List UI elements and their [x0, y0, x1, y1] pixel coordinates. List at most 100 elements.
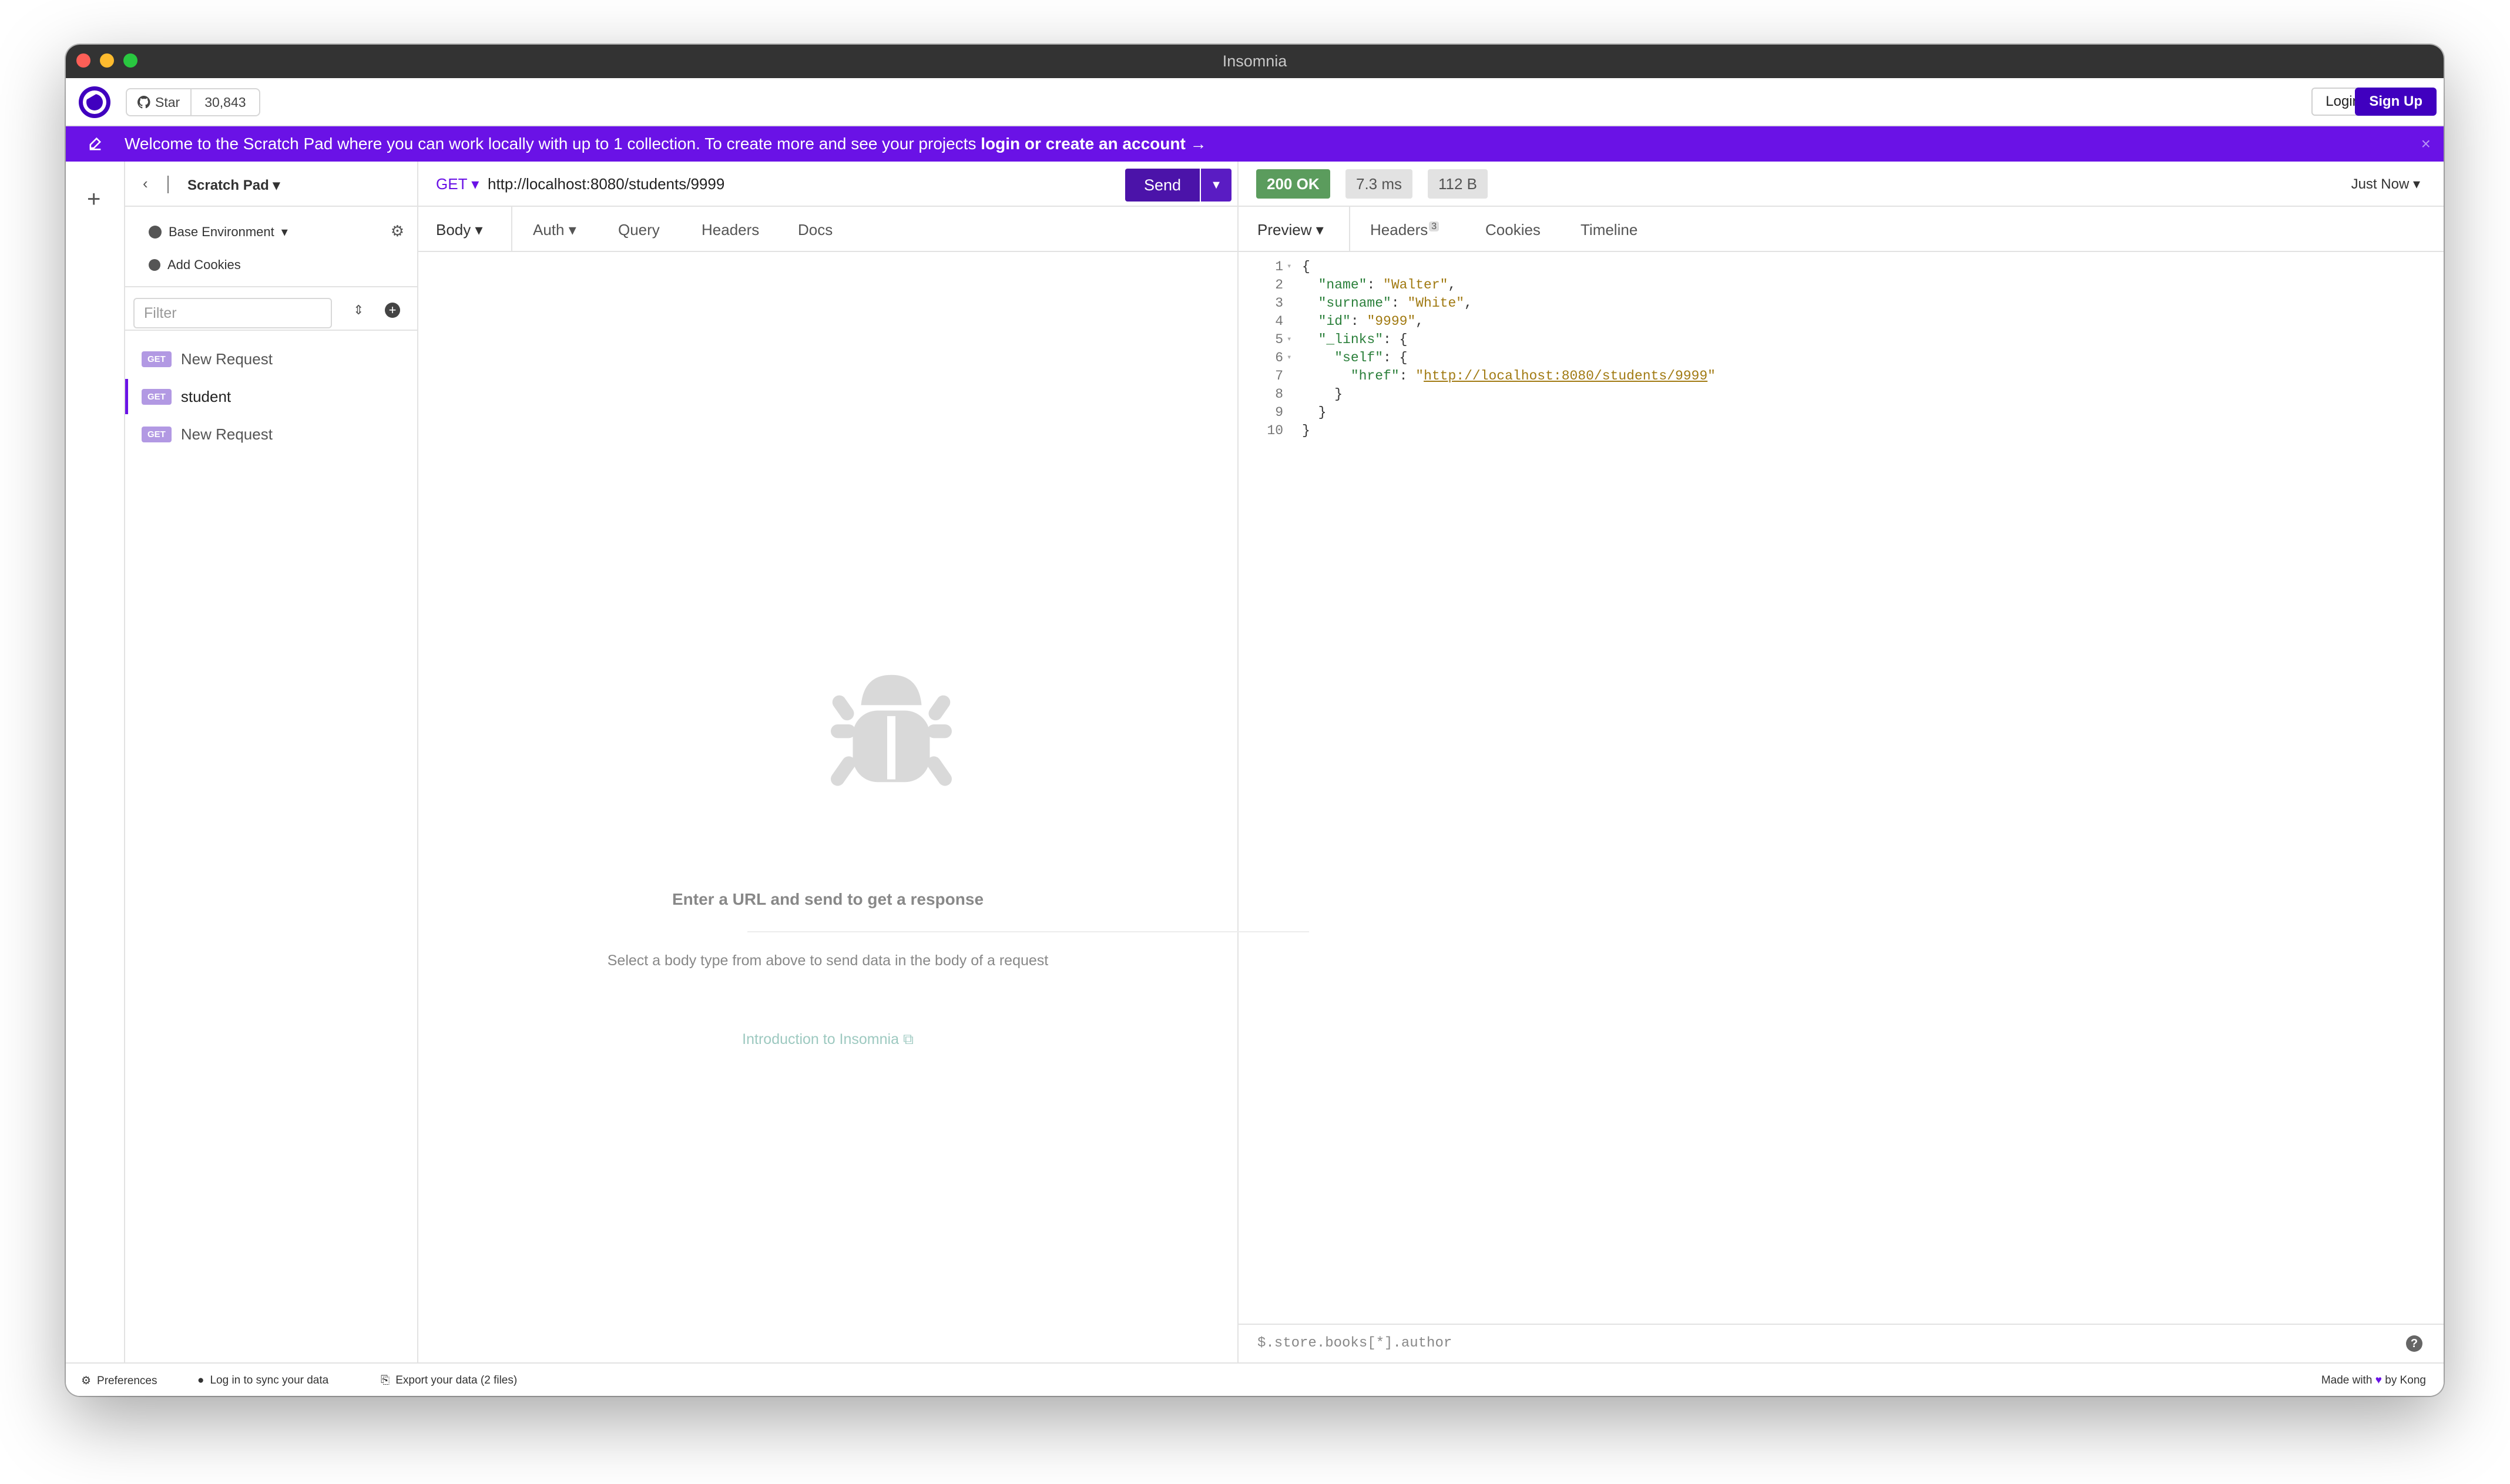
app-header: Star 30,843 Login Sign Up: [66, 78, 2444, 126]
scratch-pad-banner: Welcome to the Scratch Pad where you can…: [66, 126, 2444, 162]
tab-query[interactable]: Query: [618, 221, 660, 239]
heart-icon: ♥: [2375, 1374, 2382, 1386]
response-tabs: Preview ▾ Headers 3 Cookies Timeline: [1239, 207, 2444, 252]
edit-icon[interactable]: [66, 126, 125, 162]
sync-login-button[interactable]: ● Log in to sync your data: [197, 1374, 328, 1387]
external-link-icon: ⧉: [902, 1031, 914, 1047]
method-selector[interactable]: GET ▾: [436, 175, 479, 193]
code-line: 2 "name": "Walter",: [1275, 277, 1457, 293]
export-icon: ⎘: [381, 1374, 390, 1386]
intro-link[interactable]: Introduction to Insomnia ⧉: [418, 1031, 1237, 1048]
headers-count: 3: [1429, 221, 1439, 232]
method-badge: GET: [142, 388, 172, 405]
code-line: 9 }: [1275, 405, 1327, 420]
code-line: 7 "href": "http://localhost:8080/student…: [1275, 368, 1716, 384]
empty-state-subtitle: Select a body type from above to send da…: [607, 952, 1049, 969]
environment-dot-icon: [149, 226, 162, 239]
environment-panel: Base Environment ▾ ⚙ Add Cookies: [125, 207, 417, 287]
github-icon: [137, 96, 150, 109]
url-bar: GET ▾ http://localhost:8080/students/999…: [418, 162, 1237, 207]
tab-timeline[interactable]: Timeline: [1581, 221, 1637, 239]
tab-body[interactable]: Body ▾: [418, 207, 512, 252]
sidebar: ‹ Scratch Pad ▾ Base Environment ▾ ⚙ Add…: [125, 162, 418, 1362]
response-filter-input[interactable]: $.store.books[*].author: [1257, 1335, 1452, 1351]
add-icon[interactable]: +: [87, 186, 100, 213]
back-icon[interactable]: ‹: [143, 174, 148, 193]
banner-message: Welcome to the Scratch Pad where you can…: [125, 135, 1207, 153]
environment-selector[interactable]: Base Environment ▾: [149, 224, 288, 240]
environment-name: Base Environment: [169, 224, 274, 239]
method-badge: GET: [142, 426, 172, 442]
status-badge: 200 OK: [1256, 169, 1330, 199]
tab-preview[interactable]: Preview ▾: [1239, 207, 1350, 252]
method-badge: GET: [142, 351, 172, 367]
code-line: 4 "id": "9999",: [1275, 314, 1424, 329]
request-pane: GET ▾ http://localhost:8080/students/999…: [418, 162, 1309, 1362]
zoom-window-button[interactable]: [123, 53, 137, 68]
history-dropdown[interactable]: Just Now ▾: [2351, 176, 2420, 193]
github-star-button[interactable]: Star: [127, 89, 192, 115]
title-bar: Insomnia: [66, 45, 2444, 78]
size-badge: 112 B: [1428, 169, 1488, 199]
request-name: New Request: [180, 350, 273, 368]
add-cookies-button[interactable]: Add Cookies: [149, 257, 241, 273]
signup-button[interactable]: Sign Up: [2355, 88, 2437, 116]
gear-icon[interactable]: ⚙: [391, 222, 404, 240]
code-line: 1 ▾{: [1275, 259, 1310, 274]
filter-input[interactable]: Filter: [133, 298, 332, 328]
close-window-button[interactable]: [76, 53, 90, 68]
send-options-chevron-icon[interactable]: ▼: [1201, 169, 1231, 202]
request-tabs: Body ▾ Auth ▾ Query Headers Docs: [418, 207, 1237, 252]
tab-response-headers[interactable]: Headers 3: [1370, 221, 1439, 239]
request-item[interactable]: GET New Request: [125, 417, 417, 452]
status-footer: ⚙ Preferences ● Log in to sync your data ⎘…: [66, 1362, 2444, 1396]
banner-login-link[interactable]: login or create an account →: [981, 135, 1206, 153]
add-request-icon[interactable]: +: [385, 303, 400, 318]
time-badge: 7.3 ms: [1345, 169, 1413, 199]
code-line: 5 ▾ "_links": {: [1275, 332, 1408, 347]
add-cookies-label: Add Cookies: [167, 257, 241, 272]
send-button[interactable]: Send: [1125, 169, 1200, 202]
code-line: 10}: [1267, 423, 1310, 438]
tab-headers[interactable]: Headers: [702, 221, 759, 239]
banner-close-icon[interactable]: ×: [2421, 135, 2431, 153]
request-name: student: [180, 387, 231, 405]
insomnia-logo-icon[interactable]: [79, 86, 110, 118]
star-label: Star: [155, 94, 180, 110]
response-body[interactable]: 1 ▾{ 2 "name": "Walter", 3 "surname": "Wh…: [1239, 258, 1716, 440]
filter-row: Filter ⇕ +: [125, 287, 417, 331]
bug-icon: [831, 674, 952, 786]
chevron-down-icon: ▾: [281, 224, 288, 239]
project-header: ‹ Scratch Pad ▾: [125, 162, 417, 207]
preferences-button[interactable]: ⚙ Preferences: [81, 1374, 157, 1388]
code-line: 8 }: [1275, 387, 1343, 402]
url-input[interactable]: http://localhost:8080/students/9999: [488, 175, 724, 193]
window-title: Insomnia: [1222, 52, 1287, 70]
code-line: 3 "surname": "White",: [1275, 296, 1472, 311]
minimize-window-button[interactable]: [100, 53, 114, 68]
export-data-button[interactable]: ⎘ Export your data (2 files): [381, 1374, 517, 1387]
left-rail: +: [66, 162, 125, 1362]
send-button-group: Send ▼: [1125, 169, 1231, 202]
app-window: Insomnia Star 30,843 Login Sign Up Welco…: [66, 45, 2444, 1396]
divider: [747, 931, 1309, 932]
project-name[interactable]: Scratch Pad ▾: [187, 177, 280, 194]
divider: [167, 176, 169, 193]
response-filter-bar: $.store.books[*].author ?: [1239, 1324, 2444, 1362]
sort-icon[interactable]: ⇕: [353, 303, 364, 318]
href-link[interactable]: http://localhost:8080/students/9999: [1424, 368, 1707, 384]
tab-docs[interactable]: Docs: [798, 221, 833, 239]
star-count: 30,843: [204, 94, 246, 110]
made-with-kong[interactable]: Made with ♥ by Kong: [2321, 1374, 2426, 1387]
code-line: 6 ▾ "self": {: [1275, 350, 1408, 365]
request-item[interactable]: GET New Request: [125, 341, 417, 377]
sync-status-icon: ●: [197, 1374, 204, 1386]
tab-cookies[interactable]: Cookies: [1485, 221, 1541, 239]
request-item-active[interactable]: GET student: [125, 379, 417, 414]
github-star-widget[interactable]: Star 30,843: [126, 88, 260, 116]
tab-auth[interactable]: Auth ▾: [533, 221, 576, 239]
response-pane: 200 OK 7.3 ms 112 B Just Now ▾ Preview ▾…: [1239, 162, 2444, 1362]
help-icon[interactable]: ?: [2406, 1335, 2422, 1352]
gear-icon: ⚙: [81, 1375, 92, 1387]
response-status-bar: 200 OK 7.3 ms 112 B Just Now ▾: [1239, 162, 2444, 207]
